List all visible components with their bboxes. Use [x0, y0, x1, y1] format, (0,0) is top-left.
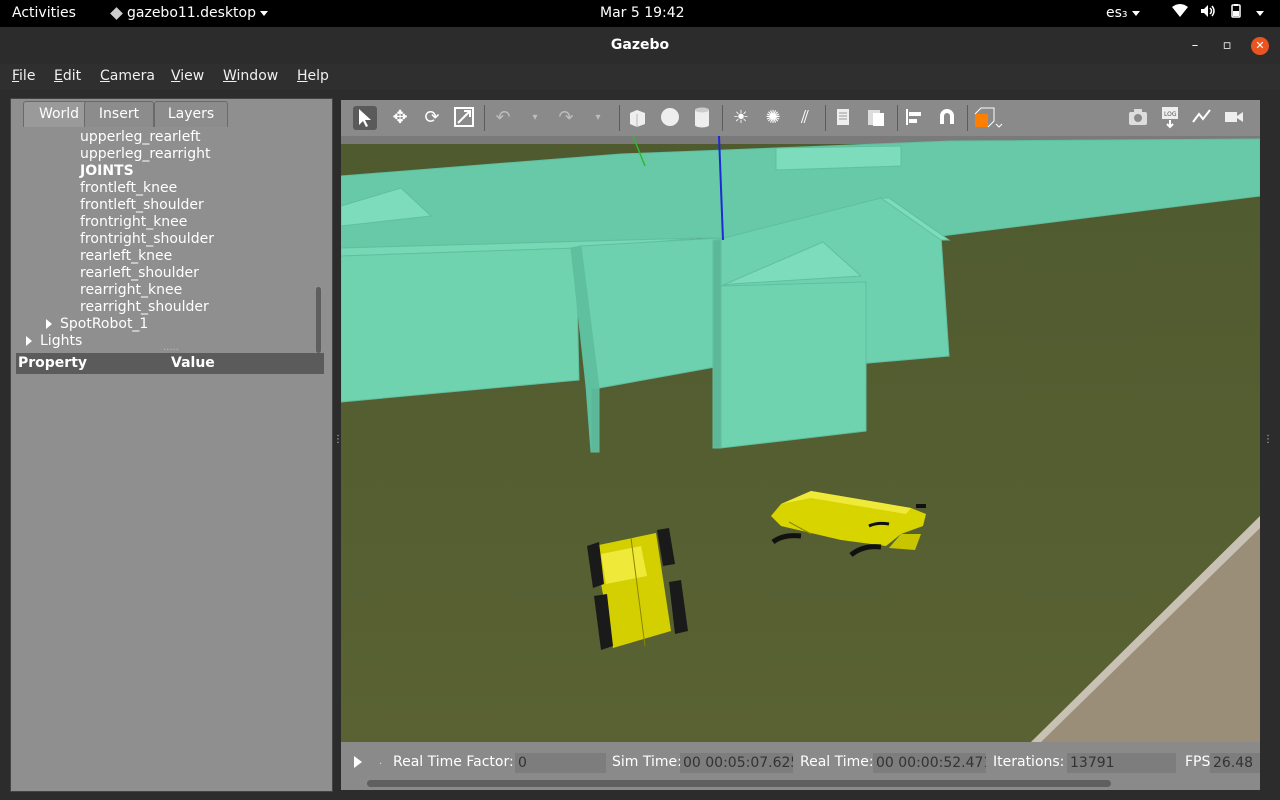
snap-icon[interactable]	[935, 106, 959, 130]
plot-icon[interactable]	[1190, 106, 1214, 130]
minimize-icon[interactable]: –	[1186, 37, 1204, 55]
fps-value: 26.48	[1210, 753, 1260, 773]
list-item[interactable]: frontleft_knee	[80, 180, 177, 197]
menu-window[interactable]: Window	[223, 68, 278, 84]
list-item[interactable]: upperleg_rearright	[80, 146, 210, 163]
real-time-value: 00 00:00:52.471	[873, 753, 986, 773]
redo-icon[interactable]: ↷	[554, 106, 578, 130]
tree-scrollbar[interactable]	[316, 287, 321, 353]
clock[interactable]: Mar 5 19:42	[600, 5, 685, 21]
right-panel-splitter[interactable]: ⋮	[1263, 435, 1273, 445]
point-light-icon[interactable]: ☀	[729, 106, 753, 130]
system-top-bar: Activities gazebo11.desktop Mar 5 19:42 …	[0, 0, 1280, 27]
list-item-label: SpotRobot_1	[60, 316, 149, 332]
sim-time-value: 00 00:05:07.625	[680, 753, 793, 773]
real-time-factor-value: 0	[515, 753, 606, 773]
splitter-handle[interactable]: .....	[163, 342, 179, 353]
select-arrow-icon[interactable]	[353, 106, 377, 130]
left-panel: World Insert Layers upperleg_rearleft up…	[10, 98, 333, 792]
maximize-icon[interactable]: ▫	[1218, 37, 1236, 55]
spot-light-icon[interactable]: ✺	[761, 106, 785, 130]
real-time-label: Real Time:	[800, 754, 874, 770]
record-video-icon[interactable]	[1222, 106, 1246, 130]
keyboard-layout-label: es₃	[1106, 5, 1128, 21]
window-title-bar: Gazebo – ▫ ✕	[0, 27, 1280, 64]
battery-icon[interactable]	[1228, 4, 1250, 22]
scale-icon[interactable]	[452, 106, 476, 130]
svg-text:LOG: LOG	[1164, 111, 1177, 118]
list-item[interactable]: frontright_knee	[80, 214, 187, 231]
render-viewport: ✥ ⟳ ↶ ▾ ↷ ▾ ☀ ✺ ⫽ LOG . Real Time Factor…	[341, 100, 1260, 790]
list-item[interactable]: frontleft_shoulder	[80, 197, 204, 214]
world-tree: upperleg_rearleft upperleg_rearright JOI…	[11, 127, 324, 355]
3d-scene[interactable]	[341, 136, 1260, 742]
view-angle-icon[interactable]	[973, 106, 1003, 130]
expand-arrow-icon[interactable]	[46, 319, 52, 329]
list-item-spotrobot[interactable]: SpotRobot_1	[46, 316, 148, 333]
step-dot: .	[379, 756, 383, 767]
sphere-icon[interactable]	[658, 106, 682, 130]
chevron-down-icon	[1131, 10, 1140, 16]
menu-help[interactable]: Help	[297, 68, 329, 84]
screenshot-icon[interactable]	[1126, 106, 1150, 130]
cylinder-icon[interactable]	[690, 106, 714, 130]
box-icon[interactable]	[625, 106, 649, 130]
value-column-header: Value	[171, 355, 215, 371]
directional-light-icon[interactable]: ⫽	[793, 106, 817, 130]
list-item-joints-header[interactable]: JOINTS	[80, 163, 134, 180]
list-item-label: Lights	[40, 333, 83, 349]
menu-bar: File Edit Camera View Window Help	[0, 64, 1280, 90]
paste-icon[interactable]	[864, 106, 888, 130]
iterations-label: Iterations:	[993, 754, 1065, 770]
status-bar: . Real Time Factor: 0 Sim Time: 00 00:05…	[341, 742, 1260, 790]
status-horizontal-scrollbar[interactable]	[367, 780, 1111, 787]
keyboard-layout[interactable]: es₃	[1106, 5, 1140, 21]
property-table-header: Property Value	[16, 353, 324, 374]
viewport-toolbar: ✥ ⟳ ↶ ▾ ↷ ▾ ☀ ✺ ⫽ LOG	[341, 100, 1260, 136]
menu-camera[interactable]: Camera	[100, 68, 155, 84]
undo-icon[interactable]: ↶	[491, 106, 515, 130]
list-item[interactable]: rearleft_knee	[80, 248, 172, 265]
list-item[interactable]: rearright_knee	[80, 282, 182, 299]
list-item[interactable]: upperleg_rearleft	[80, 129, 200, 146]
activities-button[interactable]: Activities	[12, 5, 76, 21]
volume-icon[interactable]	[1200, 4, 1216, 22]
play-icon[interactable]	[353, 755, 363, 773]
copy-icon[interactable]	[832, 106, 856, 130]
menu-file[interactable]: File	[12, 68, 35, 84]
panel-splitter[interactable]: ⋮	[333, 435, 343, 445]
sim-time-label: Sim Time:	[612, 754, 682, 770]
list-item[interactable]: frontright_shoulder	[80, 231, 214, 248]
expand-arrow-icon[interactable]	[26, 336, 32, 346]
menu-view[interactable]: View	[171, 68, 204, 84]
app-menu-label: gazebo11.desktop	[127, 5, 256, 21]
list-item-lights[interactable]: Lights	[26, 333, 82, 350]
undo-dropdown-icon[interactable]: ▾	[523, 106, 547, 130]
system-menu-chevron-icon[interactable]	[1256, 11, 1264, 16]
close-icon[interactable]: ✕	[1251, 37, 1269, 55]
window-title: Gazebo	[610, 37, 670, 53]
tab-layers[interactable]: Layers	[154, 101, 228, 127]
wifi-icon[interactable]	[1172, 4, 1188, 22]
list-item[interactable]: rearleft_shoulder	[80, 265, 199, 282]
rotate-icon[interactable]: ⟳	[420, 106, 444, 130]
iterations-value: 13791	[1067, 753, 1176, 773]
tab-insert[interactable]: Insert	[84, 101, 154, 127]
app-menu[interactable]: gazebo11.desktop	[110, 5, 268, 21]
menu-edit[interactable]: Edit	[54, 68, 81, 84]
translate-icon[interactable]: ✥	[388, 106, 412, 130]
chevron-down-icon	[260, 10, 268, 16]
property-column-header: Property	[18, 355, 88, 371]
redo-dropdown-icon[interactable]: ▾	[586, 106, 610, 130]
list-item[interactable]: rearright_shoulder	[80, 299, 209, 316]
real-time-factor-label: Real Time Factor:	[393, 754, 514, 770]
gazebo-app-icon	[110, 6, 123, 20]
align-icon[interactable]	[903, 106, 927, 130]
log-icon[interactable]: LOG	[1158, 106, 1182, 130]
